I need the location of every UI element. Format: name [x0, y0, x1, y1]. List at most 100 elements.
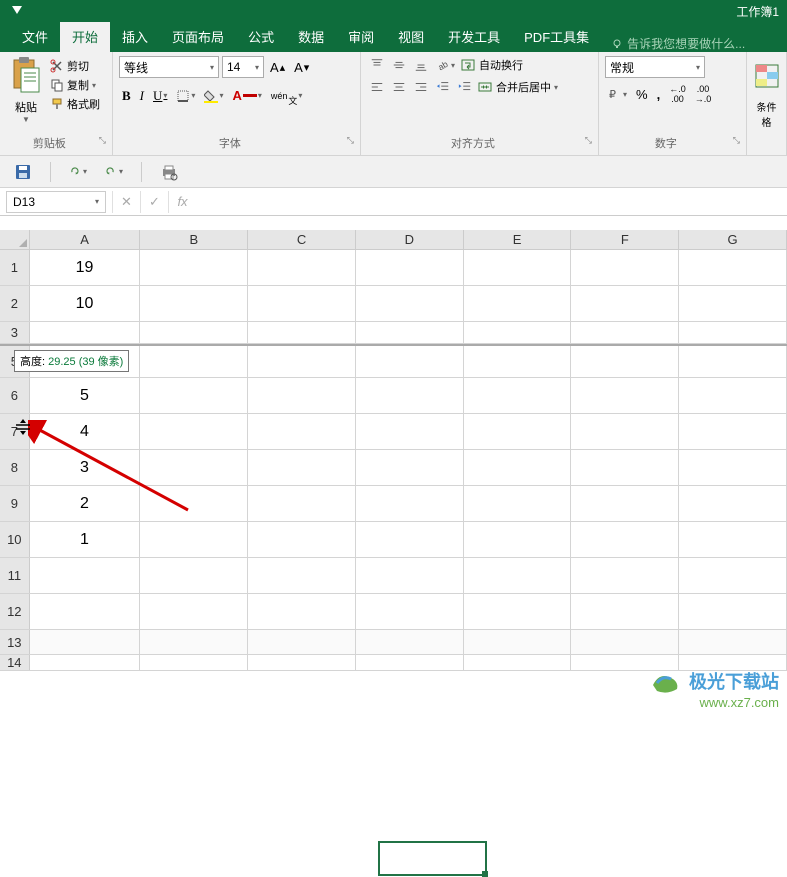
- col-header-e[interactable]: E: [464, 230, 572, 249]
- font-size-select[interactable]: 14▾: [222, 56, 264, 78]
- row-header[interactable]: 3: [0, 322, 30, 343]
- percent-button[interactable]: %: [633, 85, 651, 104]
- row-header[interactable]: 14: [0, 655, 30, 670]
- increase-indent-button[interactable]: [455, 78, 475, 96]
- cell[interactable]: [571, 450, 679, 485]
- cell[interactable]: [30, 322, 141, 343]
- cell[interactable]: [464, 450, 572, 485]
- font-launcher-icon[interactable]: ⤡: [347, 135, 354, 146]
- cell[interactable]: [356, 414, 464, 449]
- cell[interactable]: [30, 594, 141, 629]
- cell[interactable]: [248, 522, 356, 557]
- undo-button[interactable]: ▾: [105, 163, 123, 181]
- font-color-button[interactable]: A▾: [229, 86, 264, 105]
- decrease-indent-button[interactable]: [433, 78, 453, 96]
- cell[interactable]: [679, 286, 787, 321]
- col-header-g[interactable]: G: [679, 230, 787, 249]
- cut-button[interactable]: 剪切: [50, 58, 100, 74]
- cell[interactable]: [679, 594, 787, 629]
- app-menu-icon[interactable]: [10, 3, 24, 17]
- cell[interactable]: [571, 522, 679, 557]
- cell[interactable]: [140, 322, 248, 343]
- cell[interactable]: [140, 522, 248, 557]
- cell[interactable]: [248, 286, 356, 321]
- cell[interactable]: [248, 346, 356, 377]
- cell[interactable]: [140, 486, 248, 521]
- increase-font-button[interactable]: A▴: [267, 58, 288, 77]
- cell[interactable]: [30, 630, 141, 654]
- print-preview-button[interactable]: [160, 163, 178, 181]
- cell[interactable]: [248, 414, 356, 449]
- cell[interactable]: [464, 594, 572, 629]
- fill-color-button[interactable]: ▾: [201, 87, 226, 105]
- bold-button[interactable]: B: [119, 86, 134, 106]
- cell[interactable]: [248, 378, 356, 413]
- name-box[interactable]: D13▾: [6, 191, 106, 213]
- cell[interactable]: 10: [30, 286, 141, 321]
- cell[interactable]: [679, 414, 787, 449]
- row-header[interactable]: 6: [0, 378, 30, 413]
- row-header[interactable]: 1: [0, 250, 30, 285]
- alignment-launcher-icon[interactable]: ⤡: [585, 135, 592, 146]
- cell[interactable]: [679, 450, 787, 485]
- cell[interactable]: [464, 558, 572, 593]
- tab-view[interactable]: 视图: [386, 21, 436, 52]
- cell[interactable]: [356, 250, 464, 285]
- cell[interactable]: 4: [30, 414, 141, 449]
- phonetic-button[interactable]: wén文▾: [268, 82, 306, 109]
- tab-data[interactable]: 数据: [286, 21, 336, 52]
- cell[interactable]: [140, 378, 248, 413]
- col-header-b[interactable]: B: [140, 230, 248, 249]
- cell[interactable]: [464, 522, 572, 557]
- italic-button[interactable]: I: [137, 86, 147, 106]
- orientation-button[interactable]: ab▾: [433, 56, 458, 74]
- col-header-f[interactable]: F: [571, 230, 679, 249]
- cell[interactable]: [140, 346, 248, 377]
- cell[interactable]: [679, 522, 787, 557]
- cell[interactable]: [248, 322, 356, 343]
- cell[interactable]: [464, 630, 572, 654]
- cell[interactable]: [464, 346, 572, 377]
- cell[interactable]: [464, 655, 572, 670]
- align-bottom-button[interactable]: [411, 56, 431, 74]
- formula-input[interactable]: [196, 191, 787, 213]
- cell[interactable]: 1: [30, 522, 141, 557]
- cell[interactable]: [679, 250, 787, 285]
- align-right-button[interactable]: [411, 78, 431, 96]
- fill-handle[interactable]: [482, 871, 488, 877]
- cell[interactable]: [679, 558, 787, 593]
- tab-formulas[interactable]: 公式: [236, 21, 286, 52]
- tab-page-layout[interactable]: 页面布局: [160, 21, 236, 52]
- tab-insert[interactable]: 插入: [110, 21, 160, 52]
- cell[interactable]: [356, 655, 464, 670]
- cell[interactable]: [248, 250, 356, 285]
- row-header[interactable]: 9: [0, 486, 30, 521]
- cell[interactable]: [140, 594, 248, 629]
- number-format-select[interactable]: 常规▾: [605, 56, 705, 78]
- cell[interactable]: [571, 346, 679, 377]
- row-header[interactable]: 8: [0, 450, 30, 485]
- cell[interactable]: [356, 486, 464, 521]
- cell[interactable]: [30, 558, 141, 593]
- cell[interactable]: [248, 655, 356, 670]
- select-all-corner[interactable]: [0, 230, 30, 249]
- row-header[interactable]: 2: [0, 286, 30, 321]
- cell[interactable]: [356, 378, 464, 413]
- cell[interactable]: [140, 286, 248, 321]
- tab-pdf-tools[interactable]: PDF工具集: [512, 21, 601, 52]
- cell[interactable]: [356, 630, 464, 654]
- cell[interactable]: [571, 594, 679, 629]
- cell[interactable]: [248, 630, 356, 654]
- cell[interactable]: [571, 630, 679, 654]
- col-header-a[interactable]: A: [30, 230, 141, 249]
- cell[interactable]: [356, 522, 464, 557]
- decrease-decimal-button[interactable]: .00→.0: [692, 82, 715, 106]
- redo-button[interactable]: ▾: [69, 163, 87, 181]
- wrap-text-button[interactable]: 自动换行: [460, 57, 523, 73]
- row-header[interactable]: 13: [0, 630, 30, 654]
- paste-dropdown-arrow[interactable]: ▼: [6, 115, 46, 124]
- underline-button[interactable]: U ▾: [150, 86, 170, 106]
- cell[interactable]: [140, 630, 248, 654]
- cell[interactable]: [464, 286, 572, 321]
- cell[interactable]: [679, 322, 787, 343]
